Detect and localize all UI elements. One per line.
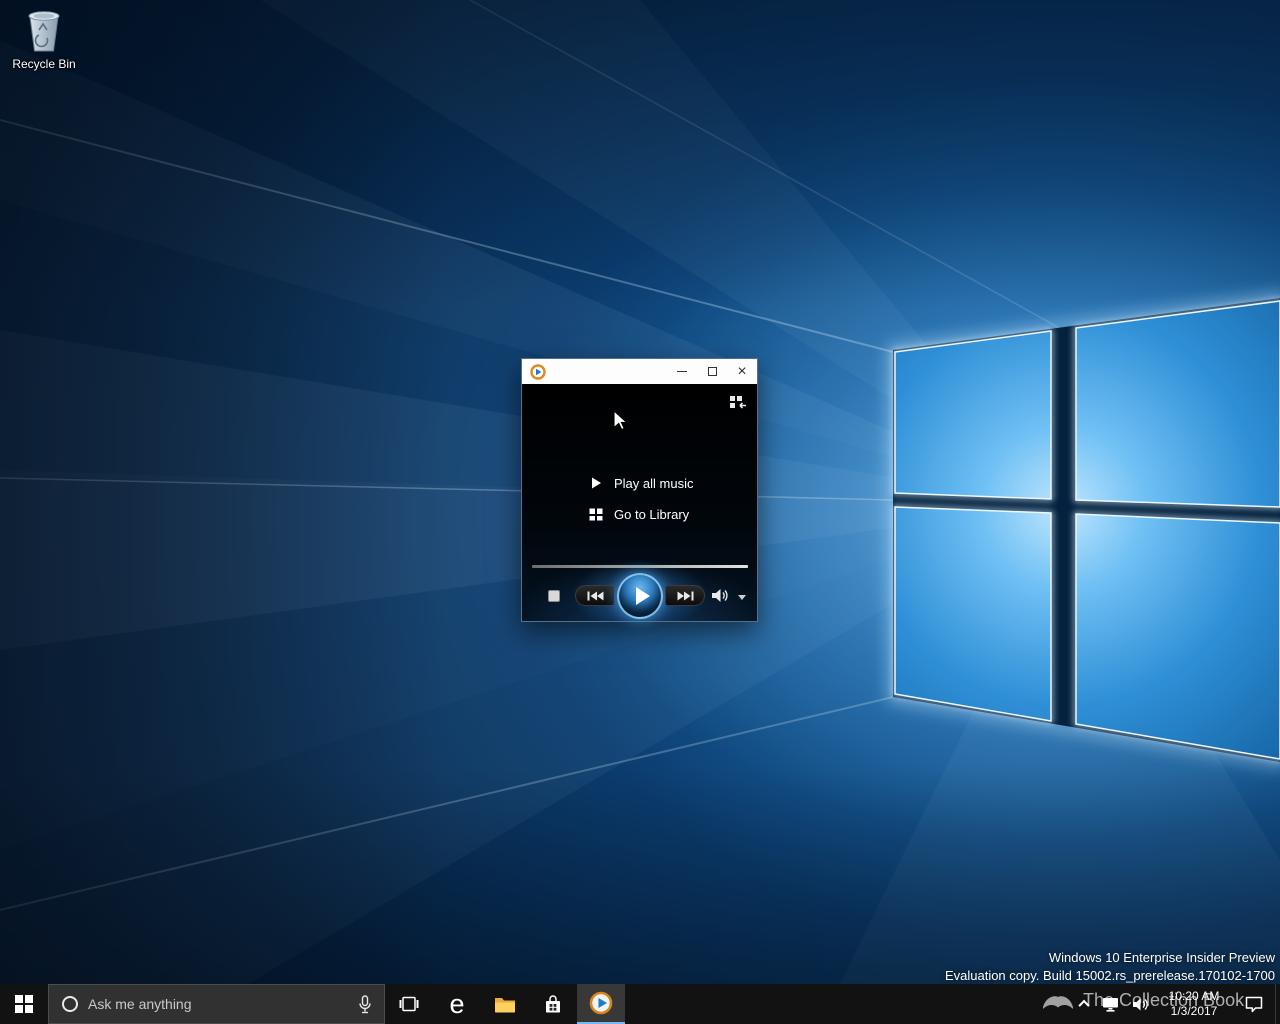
close-button[interactable]: ×: [727, 359, 757, 384]
network-icon: [1102, 998, 1118, 1012]
file-explorer-button[interactable]: [481, 984, 529, 1024]
previous-icon: [587, 591, 603, 600]
desktop: Recycle Bin Windows 10 Enterprise Inside…: [0, 0, 1280, 1024]
play-all-music-item[interactable]: Play all music: [522, 472, 757, 494]
stop-button[interactable]: [548, 590, 560, 602]
previous-button[interactable]: [575, 585, 615, 606]
wmp-now-playing-area: Play all music Go to Library: [522, 384, 757, 621]
volume-icon: [712, 588, 728, 602]
recycle-bin-icon: [6, 8, 82, 54]
network-tray-button[interactable]: [1095, 984, 1125, 1024]
wmp-menu: Play all music Go to Library: [522, 472, 757, 525]
wmp-window: × Play all music Go to Library: [521, 358, 758, 622]
watermark-line2: Evaluation copy. Build 15002.rs_prerelea…: [944, 968, 1275, 983]
recycle-bin-desktop-icon[interactable]: Recycle Bin: [6, 8, 82, 71]
library-grid-icon: [588, 508, 604, 521]
edge-icon: e: [449, 989, 465, 1019]
book-icon: [1043, 996, 1073, 1009]
wmp-icon: [589, 991, 613, 1015]
store-button[interactable]: [529, 984, 577, 1024]
chevron-up-icon: [1078, 999, 1090, 1012]
clock-time: 10:20 AM: [1168, 989, 1220, 1003]
recycle-bin-label: Recycle Bin: [12, 57, 76, 71]
action-center-button[interactable]: [1233, 984, 1275, 1024]
speaker-icon: [1132, 998, 1148, 1010]
task-view-icon: [399, 996, 419, 1012]
close-icon: ×: [737, 362, 747, 380]
task-view-button[interactable]: [385, 984, 433, 1024]
wmp-app-icon: [530, 363, 546, 380]
minimize-icon: [677, 371, 687, 372]
start-button[interactable]: [0, 984, 48, 1024]
clock-date: 1/3/2017: [1170, 1004, 1218, 1018]
taskbar-search[interactable]: [48, 984, 385, 1024]
play-button-icon: [635, 587, 650, 605]
wmp-titlebar[interactable]: ×: [522, 359, 757, 384]
microphone-icon[interactable]: [358, 994, 372, 1014]
wmp-taskbar-button[interactable]: [577, 984, 625, 1024]
taskbar: e: [0, 984, 1280, 1024]
switch-to-library-button[interactable]: [727, 394, 749, 410]
system-tray: 10:20 AM 1/3/2017: [1073, 984, 1280, 1024]
edge-button[interactable]: e: [433, 984, 481, 1024]
watermark-line1: Windows 10 Enterprise Insider Preview: [1048, 950, 1275, 965]
search-input[interactable]: [88, 996, 346, 1012]
go-to-library-label: Go to Library: [614, 506, 690, 522]
store-icon: [546, 994, 560, 1012]
show-desktop-button[interactable]: [1275, 984, 1280, 1024]
play-icon: [588, 477, 604, 489]
more-options-chevron[interactable]: [738, 595, 746, 600]
seek-bar[interactable]: [532, 565, 748, 568]
go-to-library-item[interactable]: Go to Library: [522, 503, 757, 525]
play-button[interactable]: [617, 573, 663, 619]
windows-logo-icon: [15, 995, 33, 1013]
action-center-icon: [1245, 996, 1263, 1012]
file-explorer-icon: [495, 998, 515, 1013]
mute-button[interactable]: [710, 587, 730, 603]
volume-tray-button[interactable]: [1125, 984, 1155, 1024]
maximize-icon: [707, 367, 717, 376]
next-icon: [677, 591, 693, 600]
play-all-music-label: Play all music: [614, 475, 694, 491]
build-watermark: Windows 10 Enterprise Insider Preview Ev…: [945, 949, 1275, 985]
taskbar-clock[interactable]: 10:20 AM 1/3/2017: [1155, 984, 1233, 1024]
cortana-icon: [62, 996, 78, 1012]
next-button[interactable]: [665, 585, 705, 606]
show-hidden-icons-button[interactable]: [1073, 984, 1095, 1024]
minimize-button[interactable]: [667, 359, 697, 384]
maximize-button[interactable]: [697, 359, 727, 384]
